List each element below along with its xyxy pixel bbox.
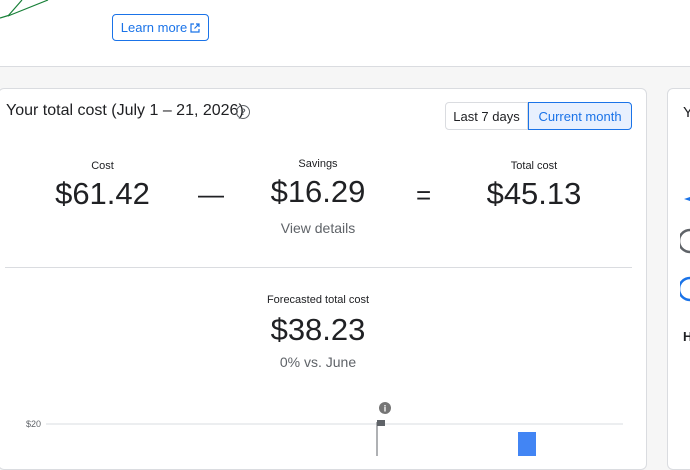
cost-value: $61.42 [55, 176, 150, 211]
savings-metric: Savings $16.29 [258, 158, 378, 210]
last-7-days-button[interactable]: Last 7 days [445, 102, 528, 130]
current-month-button[interactable]: Current month [528, 102, 632, 130]
info-icon-glyph: i [384, 404, 387, 414]
side-card-graphics [680, 197, 690, 302]
today-marker-flag [377, 420, 385, 426]
forecast-value: $38.23 [270, 312, 366, 347]
forecast-label: Forecasted total cost [266, 294, 370, 306]
learn-more-label: Learn more [120, 20, 188, 35]
illustration-lines [0, 0, 49, 19]
range-toggle: Last 7 days Current month [445, 102, 632, 130]
side-card-title: Y [683, 104, 690, 121]
cost-metric: Cost $61.42 [45, 160, 160, 212]
forecast-block: Forecasted total cost $38.23 0% vs. June [218, 294, 418, 370]
view-details-link[interactable]: View details [268, 220, 368, 236]
forecast-comparison: 0% vs. June [279, 354, 357, 370]
y-tick-label: $20 [26, 419, 41, 429]
total-label: Total cost [510, 160, 558, 172]
savings-value: $16.29 [270, 174, 366, 209]
minus-operator: — [198, 179, 224, 209]
help-icon[interactable]: ? [236, 105, 250, 119]
cost-label: Cost [91, 160, 114, 172]
learn-more-button[interactable]: Learn more [112, 14, 209, 41]
equals-operator: = [416, 180, 432, 210]
chart-bar[interactable] [518, 432, 536, 456]
top-banner: Learn more [0, 0, 690, 67]
total-metric: Total cost $45.13 [475, 160, 593, 212]
side-card-heading: H [683, 329, 690, 344]
external-link-icon [190, 22, 200, 33]
savings-label: Savings [298, 158, 338, 170]
total-value: $45.13 [486, 176, 582, 211]
divider [5, 267, 632, 268]
card-title: Your total cost (July 1 – 21, 2026) [6, 102, 244, 119]
cost-chart: $20 i [26, 402, 623, 456]
